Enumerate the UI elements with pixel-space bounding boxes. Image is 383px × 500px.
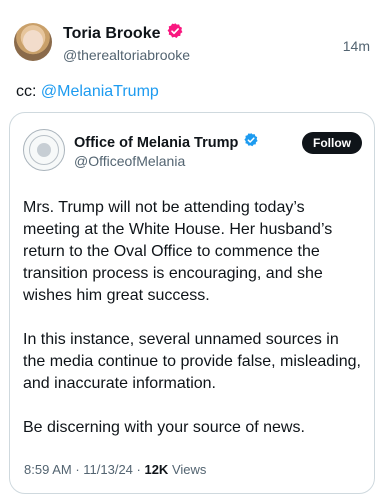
meta-separator: · — [71, 462, 84, 477]
tweet-header: Toria Brooke @therealtoriabrooke 14m — [14, 20, 374, 70]
author-name-row: Toria Brooke — [63, 22, 184, 45]
meta-separator: · — [132, 462, 145, 477]
verified-badge-blue-icon — [243, 132, 259, 153]
presidential-seal-icon[interactable] — [23, 129, 65, 171]
tweet-text-prefix: cc: — [16, 83, 41, 100]
quoted-paragraph: Mrs. Trump will not be attending today’s… — [23, 199, 333, 304]
author-name[interactable]: Toria Brooke — [63, 25, 161, 43]
quoted-author-name[interactable]: Office of Melania Trump — [74, 135, 238, 151]
meta-date[interactable]: 11/13/24 — [83, 462, 133, 477]
follow-button[interactable]: Follow — [302, 132, 362, 154]
views-count: 12K — [144, 462, 169, 477]
quoted-author-name-row: Office of Melania Trump — [74, 132, 259, 153]
quoted-author-handle[interactable]: @OfficeofMelania — [74, 153, 185, 169]
quoted-paragraph: Be discerning with your source of news. — [23, 419, 305, 436]
tweet-text: cc: @MelaniaTrump — [16, 83, 159, 101]
meta-time[interactable]: 8:59 AM — [24, 462, 72, 477]
views-label: Views — [168, 462, 207, 477]
quoted-tweet-card[interactable]: Office of Melania Trump @OfficeofMelania… — [9, 112, 375, 494]
author-handle[interactable]: @therealtoriabrooke — [63, 47, 190, 63]
verified-badge-pink-icon — [166, 22, 184, 45]
quoted-paragraph: In this instance, several unnamed source… — [23, 331, 361, 392]
tweet-timestamp[interactable]: 14m — [343, 38, 370, 54]
avatar[interactable] — [14, 23, 52, 61]
quoted-tweet-meta: 8:59 AM · 11/13/24 · 12K Views — [24, 462, 206, 477]
mention-link[interactable]: @MelaniaTrump — [41, 83, 159, 100]
quoted-tweet-text: Mrs. Trump will not be attending today’s… — [23, 197, 363, 439]
